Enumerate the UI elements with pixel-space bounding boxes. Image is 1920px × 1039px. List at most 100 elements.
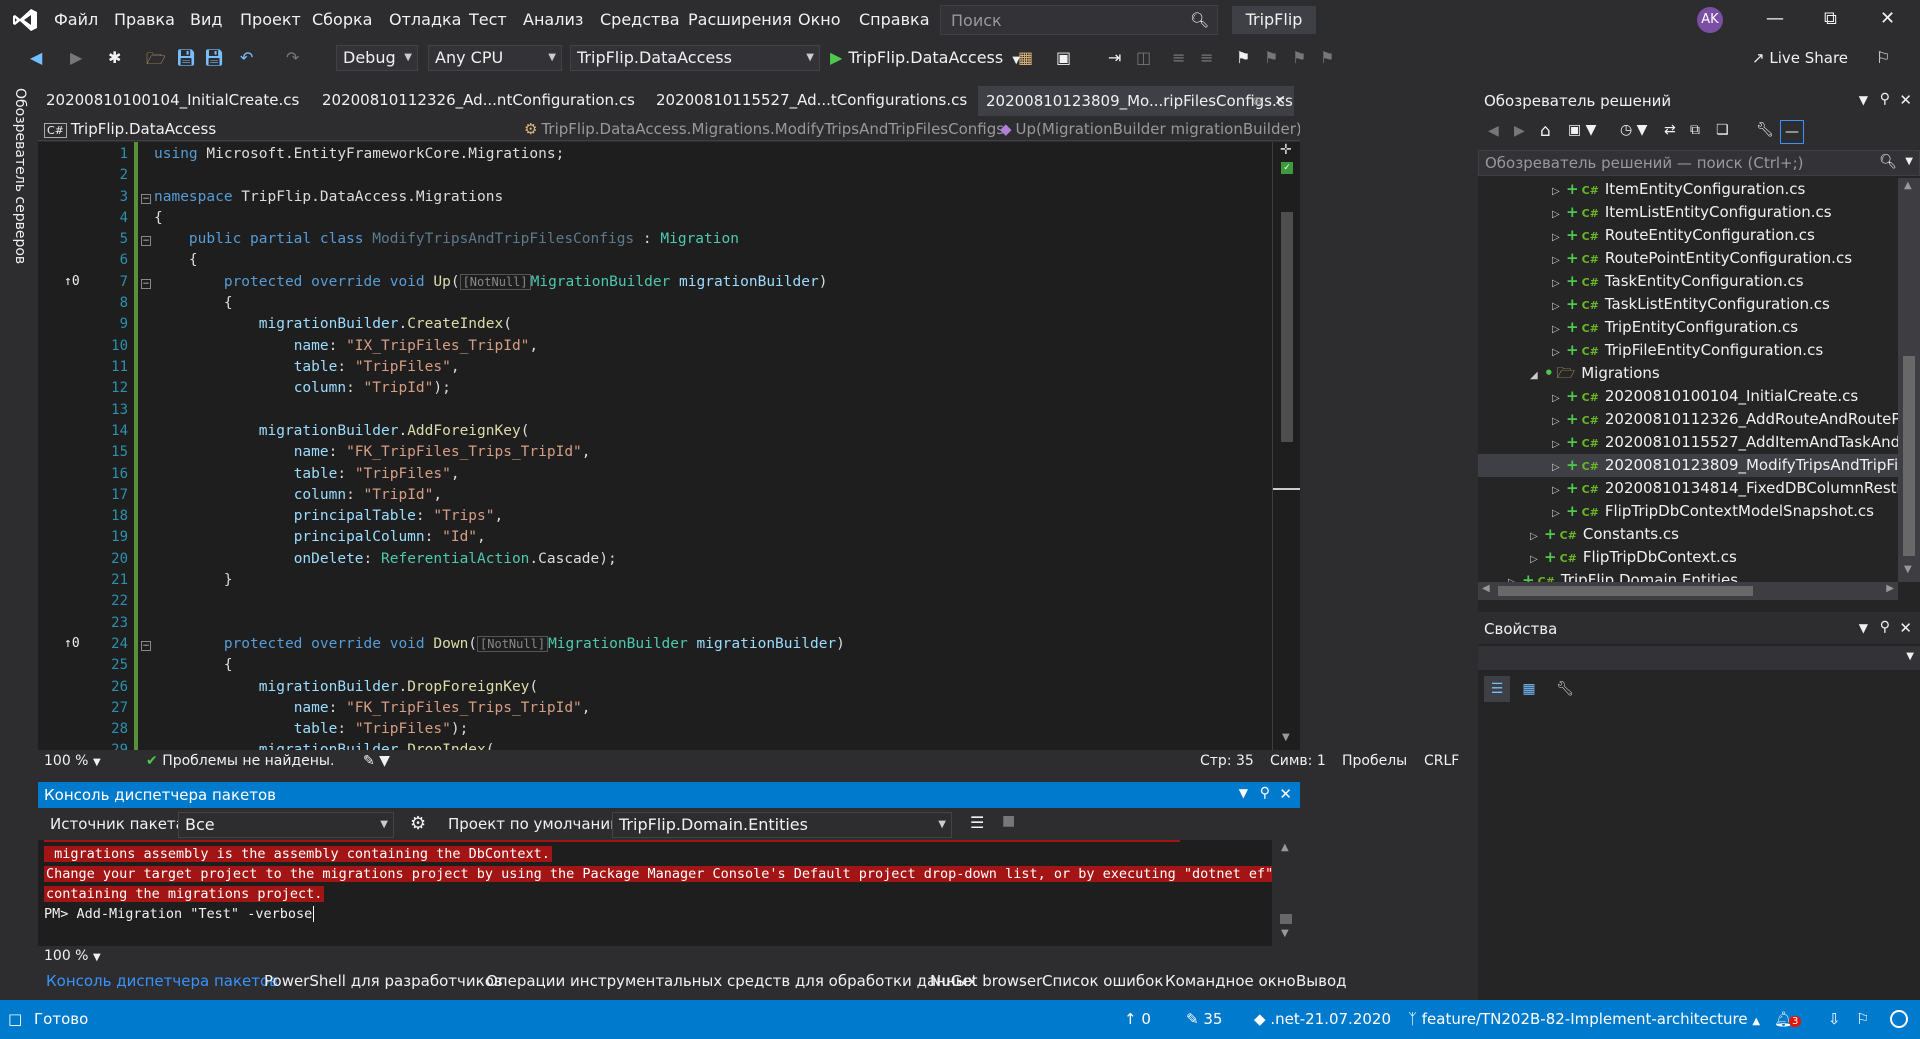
preview-icon[interactable]: — <box>1780 120 1804 144</box>
minimize-icon[interactable]: — <box>1766 8 1784 29</box>
bookmark-icon[interactable]: ⚑ <box>1236 48 1250 67</box>
collapse-all-icon[interactable]: ⧉ <box>1690 122 1700 138</box>
char-indicator[interactable]: Симв: 1 <box>1270 753 1326 769</box>
dropdown-icon[interactable]: ▼ <box>1859 621 1868 635</box>
visual-studio-logo-icon[interactable] <box>12 7 38 33</box>
menu-view[interactable]: Вид <box>190 10 222 29</box>
close-icon[interactable]: ✕ <box>1279 785 1292 803</box>
scroll-down-icon[interactable]: ▼ <box>1281 928 1289 939</box>
command-prompt[interactable]: PM> Add-Migration "Test" -verbose <box>44 906 315 922</box>
scroll-thumb[interactable] <box>1281 212 1293 442</box>
prev-bookmark-icon[interactable]: ⚑ <box>1264 48 1278 67</box>
collapse-icon[interactable]: − <box>141 236 151 246</box>
collapsed-arrow-icon[interactable]: ▷ <box>1552 295 1566 318</box>
collapsed-arrow-icon[interactable]: ▷ <box>1552 456 1566 479</box>
layout-icon[interactable]: ◫ <box>1136 48 1151 67</box>
scroll-up-icon[interactable]: ▲ <box>1281 842 1289 853</box>
tab-error-list[interactable]: Список ошибок <box>1042 972 1163 990</box>
tree-item[interactable]: ▷+C# 20200810115527_AddItemAndTaskAndItem… <box>1478 431 1898 454</box>
download-icon[interactable]: ⇩ <box>1828 1010 1841 1028</box>
clear-console-icon[interactable]: ☰ <box>970 813 984 832</box>
menu-test[interactable]: Тест <box>469 10 507 29</box>
close-icon[interactable]: ✕ <box>1880 8 1895 29</box>
startup-project-select[interactable]: TripFlip.DataAccess ▼ <box>570 45 820 71</box>
console-zoom-select[interactable]: 100 % ▼ <box>44 948 101 964</box>
collapsed-arrow-icon[interactable]: ▷ <box>1552 226 1566 249</box>
chevron-down-icon[interactable]: ▼ <box>1905 156 1913 167</box>
menu-build[interactable]: Сборка <box>312 10 372 29</box>
scroll-up-icon[interactable]: ▲ <box>1904 180 1912 191</box>
tab-add-route[interactable]: 20200810112326_Ad...ntConfiguration.cs <box>314 86 644 116</box>
collapsed-arrow-icon[interactable]: ▷ <box>1552 180 1566 203</box>
pin-icon[interactable]: ⚲ <box>1260 785 1270 801</box>
sync-icon[interactable]: ⇄ <box>1664 122 1676 138</box>
repository-indicator[interactable]: ◆ .net-21.07.2020 <box>1254 1010 1391 1028</box>
live-share-button[interactable]: ↗ Live Share <box>1752 49 1848 67</box>
run-button[interactable]: ▶ TripFlip.DataAccess ▼ <box>830 48 1020 67</box>
changes-indicator[interactable]: ✎ 35 <box>1186 1010 1222 1028</box>
reference-count-indicator[interactable]: ↑0 <box>64 274 80 289</box>
editor-scrollbar[interactable]: ✛ ✓ ▼ <box>1272 142 1300 750</box>
menu-debug[interactable]: Отладка <box>389 10 461 29</box>
redo-icon[interactable]: ↷ <box>286 48 299 67</box>
avatar[interactable]: AK <box>1697 7 1723 33</box>
solution-hscroll[interactable]: ◀ ▶ <box>1478 582 1898 600</box>
menu-extensions[interactable]: Расширения <box>688 10 792 29</box>
back-icon[interactable]: ◀ <box>30 48 42 67</box>
uncomment-icon[interactable]: ≡ <box>1200 48 1213 67</box>
menu-project[interactable]: Проект <box>240 10 301 29</box>
pending-changes-icon[interactable]: ◷ ▼ <box>1620 122 1647 138</box>
split-icon[interactable]: ✛ <box>1280 142 1292 158</box>
collapsed-arrow-icon[interactable]: ▷ <box>1552 272 1566 295</box>
tree-item[interactable]: ▷ + C# TaskListEntityConfiguration.cs <box>1478 293 1898 316</box>
tab-package-console[interactable]: Консоль диспетчера пакетов <box>46 972 278 990</box>
switch-views-icon[interactable]: ▣ ▼ <box>1568 122 1596 138</box>
push-indicator[interactable]: ↑ 0 <box>1124 1010 1151 1028</box>
tree-item[interactable]: ▷+C# 20200810123809_ModifyTripsAndTripFil… <box>1478 454 1898 477</box>
type-nav-select[interactable]: ⚙ TripFlip.DataAccess.Migrations.ModifyTr… <box>524 118 1024 140</box>
menu-tools[interactable]: Средства <box>600 10 680 29</box>
collapsed-arrow-icon[interactable]: ▷ <box>1552 318 1566 341</box>
stop-icon[interactable]: ■ <box>1002 813 1015 829</box>
problems-indicator[interactable]: ✔ Проблемы не найдены. <box>146 753 334 769</box>
pin-icon[interactable]: ⊕ <box>1252 87 1262 115</box>
collapsed-arrow-icon[interactable]: ▷ <box>1530 525 1544 548</box>
tab-output[interactable]: Вывод <box>1296 972 1347 990</box>
forward-icon[interactable]: ▶ <box>70 48 82 67</box>
user-status-icon[interactable] <box>1890 1010 1908 1028</box>
search-icon[interactable]: 🔍︎ <box>1190 11 1209 29</box>
line-ending-indicator[interactable]: CRLF <box>1424 753 1459 769</box>
package-console-output[interactable]: migrations assembly is the assembly cont… <box>38 840 1300 946</box>
tab-add-item[interactable]: 20200810115527_Ad...tConfigurations.cs <box>648 86 968 116</box>
close-tab-icon[interactable]: ✕ <box>1274 87 1286 115</box>
tab-data-tools[interactable]: Операции инструментальных средств для об… <box>486 972 976 990</box>
collapsed-arrow-icon[interactable]: ▷ <box>1552 341 1566 364</box>
next-bookmark-icon[interactable]: ⚑ <box>1292 48 1306 67</box>
search-input[interactable]: Поиск 🔍︎ <box>940 5 1218 35</box>
search-icon[interactable]: 🔍︎ <box>1879 154 1897 170</box>
collapsed-arrow-icon[interactable]: ▷ <box>1530 548 1544 571</box>
close-icon[interactable]: ✕ <box>1899 619 1912 637</box>
zoom-select[interactable]: 100 % ▼ <box>44 753 101 769</box>
default-project-select[interactable]: TripFlip.Domain.Entities ▼ <box>612 812 952 838</box>
console-scrollbar[interactable]: ▲ ▼ <box>1272 840 1300 946</box>
collapsed-arrow-icon[interactable]: ▷ <box>1552 203 1566 226</box>
tree-item[interactable]: ◢ • 🗁︎ Migrations <box>1478 362 1898 385</box>
object-selector[interactable]: ▼ <box>1478 646 1920 670</box>
server-explorer-tab[interactable]: Обозреватель серверов <box>8 88 30 278</box>
scroll-thumb[interactable] <box>1498 586 1753 596</box>
collapsed-arrow-icon[interactable]: ▷ <box>1552 433 1566 456</box>
alphabetical-icon[interactable]: ▦ <box>1516 676 1542 702</box>
maximize-icon[interactable]: ⧉ <box>1824 8 1837 29</box>
collapsed-arrow-icon[interactable]: ▷ <box>1552 249 1566 272</box>
expanded-arrow-icon[interactable]: ◢ <box>1530 364 1544 387</box>
scroll-left-icon[interactable]: ◀ <box>1482 583 1490 594</box>
open-folder-icon[interactable]: 🗁︎ <box>146 48 166 75</box>
line-indicator[interactable]: Стр: 35 <box>1200 753 1254 769</box>
branch-indicator[interactable]: ᛉ feature/TN202B-82-Implement-architectu… <box>1408 1010 1760 1028</box>
tab-command-window[interactable]: Командное окно <box>1165 972 1296 990</box>
tree-item[interactable]: ▷ + C# ItemListEntityConfiguration.cs <box>1478 201 1898 224</box>
tree-item[interactable]: ▷ + C# 20200810100104_InitialCreate.cs <box>1478 385 1898 408</box>
tree-item[interactable]: ▷ + C# TaskEntityConfiguration.cs <box>1478 270 1898 293</box>
scroll-right-icon[interactable]: ▶ <box>1886 583 1894 594</box>
